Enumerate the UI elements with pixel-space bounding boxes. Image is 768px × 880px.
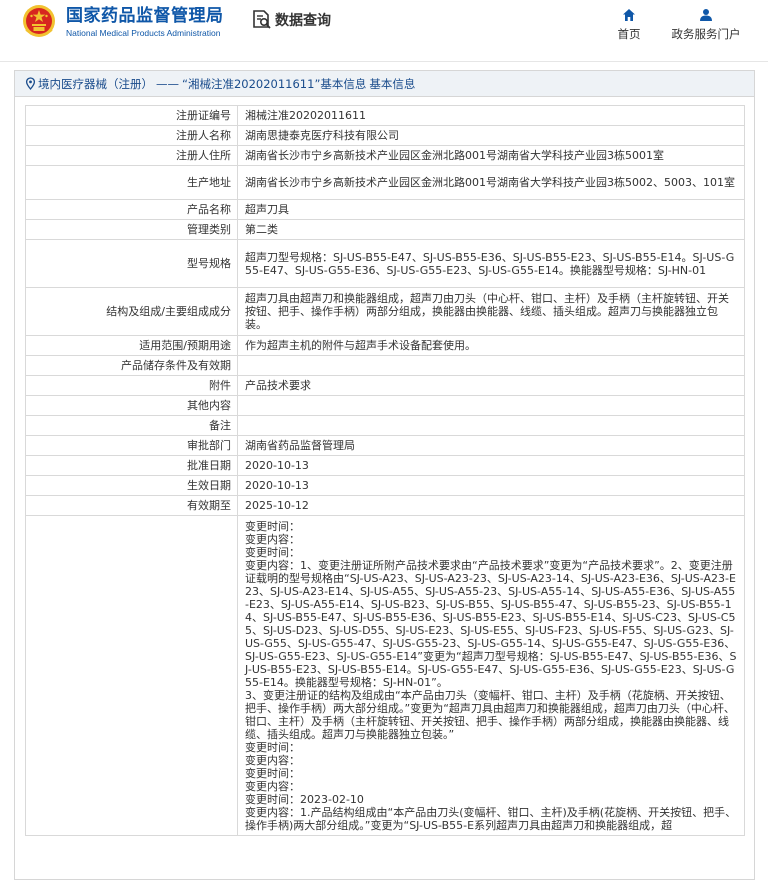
row-label: 型号规格 <box>25 239 238 288</box>
user-icon <box>700 9 712 21</box>
breadcrumb: 境内医疗器械（注册） —— “湘械注准20202011611”基本信息 基本信息 <box>15 71 754 97</box>
change-history: 变更时间： 变更内容： 变更时间： 变更内容：1、变更注册证所附产品技术要求由“… <box>237 515 745 836</box>
brand[interactable]: 国家药品监督管理局 National Medical Products Admi… <box>66 6 224 38</box>
nav-home[interactable]: 首页 <box>612 8 646 42</box>
row-value <box>237 355 745 376</box>
breadcrumb-category[interactable]: 境内医疗器械（注册） <box>38 76 153 92</box>
detail-panel: 境内医疗器械（注册） —— “湘械注准20202011611”基本信息 基本信息… <box>14 70 755 880</box>
location-icon <box>25 77 36 90</box>
section-title: 数据查询 <box>252 9 331 31</box>
row-label: 注册证编号 <box>25 105 238 126</box>
row-value: 超声刀型号规格：SJ-US-B55-E47、SJ-US-B55-E36、SJ-U… <box>237 239 745 288</box>
table-row: 注册人住所 湖南省长沙市宁乡高新技术产业园区金洲北路001号湖南省大学科技产业园3… <box>25 145 745 166</box>
table-row: 生效日期 2020-10-13 <box>25 475 745 496</box>
table-row: 适用范围/预期用途 作为超声主机的附件与超声手术设备配套使用。 <box>25 335 745 356</box>
row-value: 超声刀具 <box>237 199 745 220</box>
row-value: 2020-10-13 <box>237 475 745 496</box>
table-row: 结构及组成/主要组成成分 超声刀具由超声刀和换能器组成，超声刀由刀头（中心杆、钳口… <box>25 287 745 336</box>
row-label: 生效日期 <box>25 475 238 496</box>
row-value: 湖南省药品监督管理局 <box>237 435 745 456</box>
row-label: 批准日期 <box>25 455 238 476</box>
row-label: 备注 <box>25 415 238 436</box>
breadcrumb-suffix: 基本信息 <box>369 76 416 91</box>
row-label: 注册人住所 <box>25 145 238 166</box>
row-label: 生产地址 <box>25 165 238 200</box>
registration-info-table: 注册证编号 湘械注准20202011611 注册人名称 湖南思捷泰克医疗科技有限公司… <box>25 105 745 836</box>
change-history-row: 变更时间： 变更内容： 变更时间： 变更内容：1、变更注册证所附产品技术要求由“… <box>25 515 745 836</box>
row-value: 2025-10-12 <box>237 495 745 516</box>
row-value: 湖南思捷泰克医疗科技有限公司 <box>237 125 745 146</box>
row-label: 结构及组成/主要组成成分 <box>25 287 238 336</box>
table-row: 生产地址 湖南省长沙市宁乡高新技术产业园区金洲北路001号湖南省大学科技产业园3栋… <box>25 165 745 200</box>
row-value <box>237 415 745 436</box>
table-row: 产品名称 超声刀具 <box>25 199 745 220</box>
site-header: 国家药品监督管理局 National Medical Products Admi… <box>0 0 768 62</box>
row-value: 产品技术要求 <box>237 375 745 396</box>
row-label: 产品储存条件及有效期 <box>25 355 238 376</box>
row-value <box>237 395 745 416</box>
row-value: 第二类 <box>237 219 745 240</box>
table-row: 管理类别 第二类 <box>25 219 745 240</box>
row-label: 适用范围/预期用途 <box>25 335 238 356</box>
nav-home-label: 首页 <box>617 27 641 41</box>
row-value: 2020-10-13 <box>237 455 745 476</box>
table-row: 注册证编号 湘械注准20202011611 <box>25 105 745 126</box>
row-value: 超声刀具由超声刀和换能器组成，超声刀由刀头（中心杆、钳口、主杆）及手柄（主杆旋转… <box>237 287 745 336</box>
row-label <box>25 515 238 836</box>
row-label: 附件 <box>25 375 238 396</box>
row-value: 湖南省长沙市宁乡高新技术产业园区金洲北路001号湖南省大学科技产业园3栋5002… <box>237 165 745 200</box>
nav-portal-label: 政务服务门户 <box>671 27 741 41</box>
home-icon <box>623 9 635 21</box>
table-row: 注册人名称 湖南思捷泰克医疗科技有限公司 <box>25 125 745 146</box>
row-label: 注册人名称 <box>25 125 238 146</box>
table-row: 批准日期 2020-10-13 <box>25 455 745 476</box>
table-row: 审批部门 湖南省药品监督管理局 <box>25 435 745 456</box>
search-document-icon <box>253 10 271 29</box>
table-row: 附件 产品技术要求 <box>25 375 745 396</box>
row-label: 产品名称 <box>25 199 238 220</box>
row-label: 其他内容 <box>25 395 238 416</box>
row-label: 管理类别 <box>25 219 238 240</box>
table-row: 产品储存条件及有效期 <box>25 355 745 376</box>
section-title-text: 数据查询 <box>275 13 331 29</box>
row-label: 审批部门 <box>25 435 238 456</box>
brand-name: 国家药品监督管理局 <box>66 6 224 26</box>
breadcrumb-record: “湘械注准20202011611”基本信息 <box>182 76 367 91</box>
row-value: 作为超声主机的附件与超声手术设备配套使用。 <box>237 335 745 356</box>
row-value: 湘械注准20202011611 <box>237 105 745 126</box>
table-row: 型号规格 超声刀型号规格：SJ-US-B55-E47、SJ-US-B55-E36、… <box>25 239 745 288</box>
table-row: 有效期至 2025-10-12 <box>25 495 745 516</box>
breadcrumb-separator: —— <box>156 76 179 91</box>
brand-name-en: National Medical Products Administration <box>66 28 221 38</box>
row-value: 湖南省长沙市宁乡高新技术产业园区金洲北路001号湖南省大学科技产业园3栋5001… <box>237 145 745 166</box>
table-row: 其他内容 <box>25 395 745 416</box>
national-emblem-logo <box>23 5 55 37</box>
table-row: 备注 <box>25 415 745 436</box>
nav-portal[interactable]: 政务服务门户 <box>664 8 748 42</box>
row-label: 有效期至 <box>25 495 238 516</box>
